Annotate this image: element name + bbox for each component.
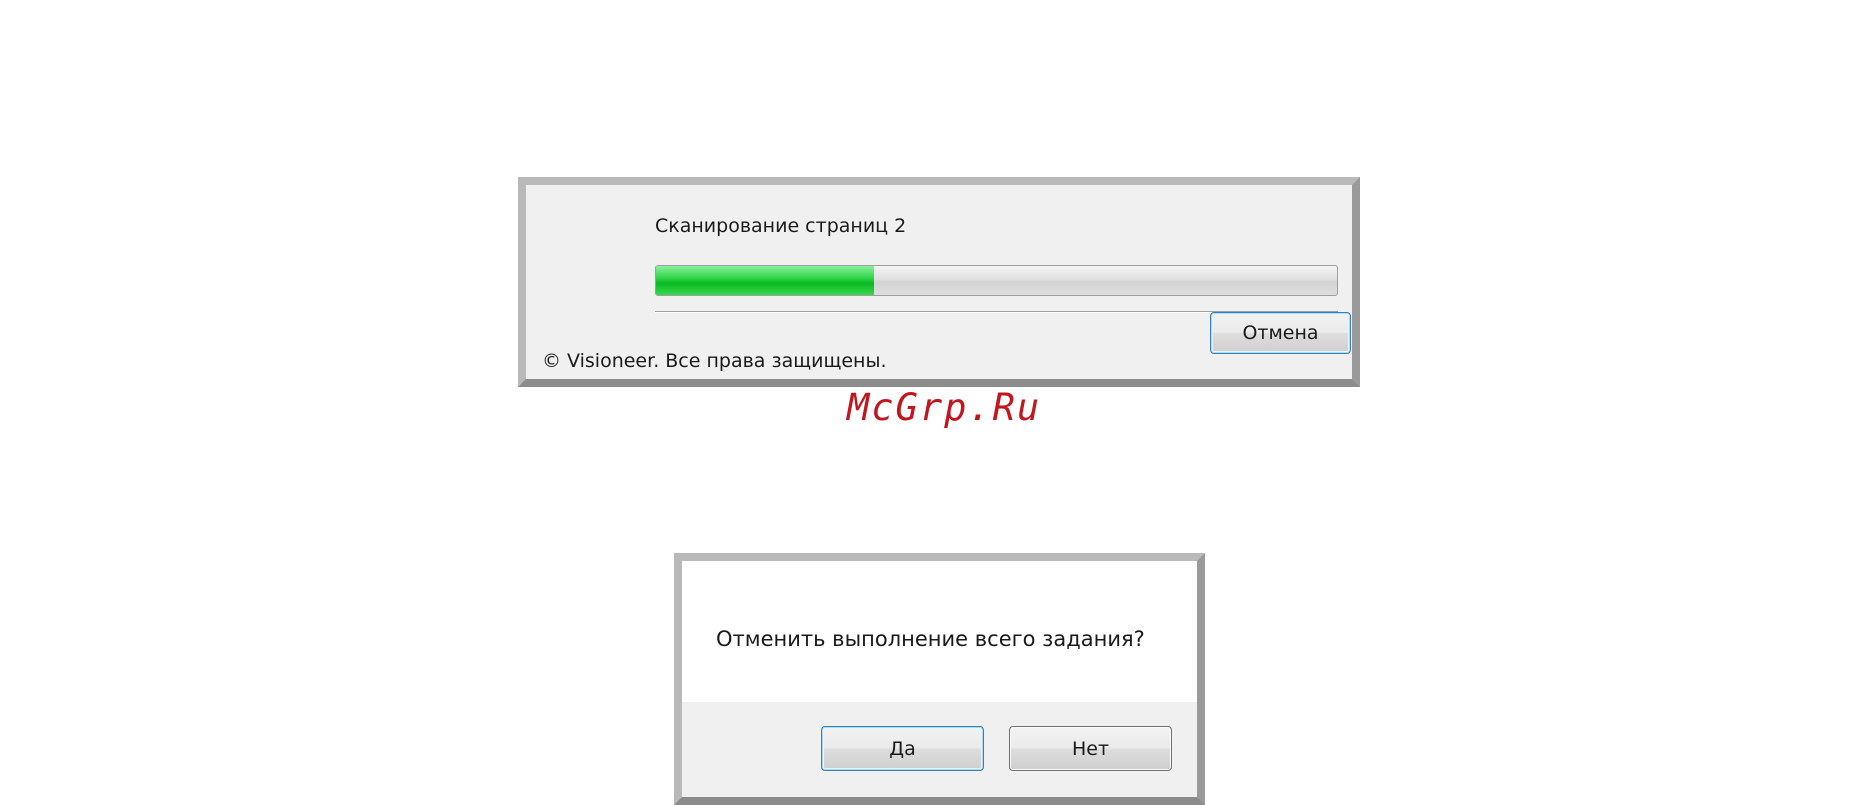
scan-progress-dialog: Сканирование страниц 2 © Visioneer. Все … bbox=[518, 177, 1360, 387]
scan-progress-bar bbox=[655, 265, 1338, 296]
page: Сканирование страниц 2 © Visioneer. Все … bbox=[0, 0, 1872, 805]
cancel-button[interactable]: Отмена bbox=[1210, 312, 1351, 354]
copyright-text: © Visioneer. Все права защищены. bbox=[542, 350, 887, 372]
confirm-button-bar: Да Нет bbox=[682, 702, 1197, 797]
watermark-text: McGrp.Ru bbox=[847, 386, 1042, 429]
yes-button[interactable]: Да bbox=[821, 726, 984, 771]
no-button[interactable]: Нет bbox=[1009, 726, 1172, 771]
confirm-question-text: Отменить выполнение всего задания? bbox=[716, 627, 1145, 651]
scan-progress-fill bbox=[656, 266, 874, 295]
confirm-cancel-dialog: Отменить выполнение всего задания? Да Не… bbox=[674, 553, 1205, 805]
progress-status-text: Сканирование страниц 2 bbox=[655, 215, 907, 237]
